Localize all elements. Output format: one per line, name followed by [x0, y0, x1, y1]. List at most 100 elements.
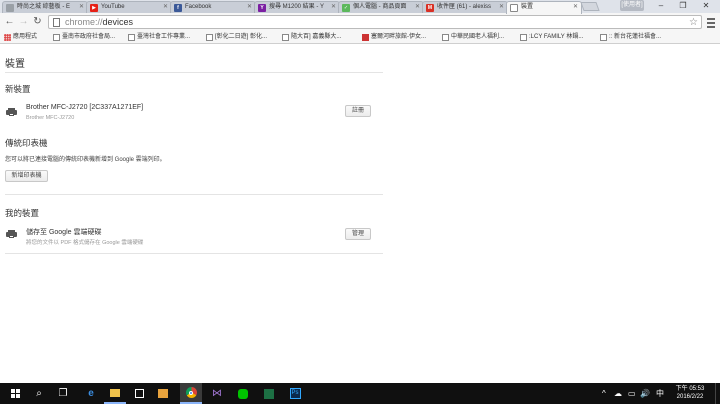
- bookmark-item[interactable]: 隨大百] 嘉義縣大...: [282, 31, 341, 44]
- close-tab-icon[interactable]: ✕: [499, 2, 504, 13]
- printer-icon: [6, 230, 17, 238]
- media-player-icon: [158, 389, 168, 398]
- address-bar[interactable]: chrome://devices ☆: [48, 15, 702, 29]
- bookmark-item[interactable]: :: 新台花蓮社福會...: [600, 31, 661, 44]
- page-icon: [206, 34, 213, 41]
- restore-button[interactable]: ❐: [672, 0, 694, 12]
- chrome-button[interactable]: [180, 383, 202, 404]
- tab-5[interactable]: ✓ 個人電腦 - 商品頁面 ✕: [338, 1, 424, 13]
- divider: [5, 72, 383, 73]
- close-tab-icon[interactable]: ✕: [79, 2, 84, 13]
- bookmark-label: 應用程式: [13, 34, 38, 40]
- tab-2[interactable]: ▶ YouTube ✕: [86, 1, 172, 13]
- edge-icon: e: [88, 387, 94, 399]
- search-button[interactable]: ⌕: [28, 383, 50, 404]
- bookmarks-bar: 應用程式 臺南市政府社會局... 臺灣社會工作專業... [彰化二日遊] 彰化.…: [0, 31, 720, 44]
- add-printer-button[interactable]: 新增印表機: [5, 170, 48, 182]
- volume-icon[interactable]: 🔊: [640, 383, 650, 404]
- task-view-button[interactable]: ❐: [52, 383, 74, 404]
- apps-icon: [4, 34, 11, 41]
- classic-printers-description: 您可以將已連接電腦的傳統印表機新增到 Google 雲端列印。: [5, 157, 166, 163]
- chrome-menu-button[interactable]: [706, 16, 716, 28]
- page-icon: [6, 4, 14, 12]
- reload-button[interactable]: ↻: [31, 15, 44, 28]
- device-name: Brother MFC-J2720 [2C337A1271EF]: [26, 104, 144, 111]
- forward-button[interactable]: →: [17, 15, 30, 28]
- file-explorer-icon: [110, 388, 120, 397]
- url-text: chrome://devices: [65, 16, 133, 29]
- yahoo-icon: Y: [258, 4, 266, 12]
- profile-button[interactable]: [使用者]: [620, 0, 644, 11]
- bookmark-item[interactable]: 臺灣社會工作專業...: [128, 31, 190, 44]
- task-view-icon: ❐: [58, 387, 68, 399]
- my-devices-heading: 我的裝置: [5, 208, 40, 218]
- bookmark-item[interactable]: [彰化二日遊] 彰化...: [206, 31, 267, 44]
- page-icon: [282, 34, 289, 41]
- store-button[interactable]: [128, 383, 150, 404]
- tab-title: Facebook: [185, 4, 212, 10]
- close-tab-icon[interactable]: ✕: [163, 2, 168, 13]
- bookmark-label: :LCY FAMILY 林鍋...: [529, 34, 584, 40]
- tab-title: 裝置: [521, 4, 534, 10]
- bookmark-label: 隨大百] 嘉義縣大...: [291, 34, 342, 40]
- tab-devices[interactable]: 裝置 ✕: [506, 1, 582, 14]
- printer-icon: [6, 108, 17, 116]
- tab-title: 收件匣 (61) - alexiss: [437, 4, 492, 10]
- bookmark-label: 塞爾河畔旅館-伊女...: [371, 34, 426, 40]
- close-window-button[interactable]: ✕: [695, 0, 717, 12]
- close-tab-icon[interactable]: ✕: [331, 2, 336, 13]
- bookmark-apps[interactable]: 應用程式: [4, 31, 37, 44]
- bookmark-item[interactable]: 臺南市政府社會局...: [53, 31, 115, 44]
- page-icon: [442, 34, 449, 41]
- visual-studio-button[interactable]: ⋈: [206, 383, 228, 404]
- close-tab-icon[interactable]: ✕: [415, 2, 420, 13]
- photoshop-icon: Ps: [289, 388, 301, 399]
- shopping-icon: ✓: [342, 4, 350, 12]
- tab-3[interactable]: f Facebook ✕: [170, 1, 256, 13]
- show-desktop-button[interactable]: [715, 383, 720, 404]
- tab-1[interactable]: 時尚之城 綜藝板 - E ✕: [2, 1, 88, 13]
- close-tab-icon[interactable]: ✕: [573, 2, 578, 13]
- battery-icon[interactable]: ▭: [628, 383, 636, 404]
- clock[interactable]: 下午 05:53 2016/2/22: [672, 385, 708, 401]
- register-button[interactable]: 註冊: [345, 105, 371, 117]
- page-icon: [510, 4, 518, 12]
- tab-title: 個人電腦 - 商品頁面: [353, 4, 407, 10]
- cloud-icon[interactable]: ☁: [614, 383, 622, 404]
- page-icon: [128, 34, 135, 41]
- start-button[interactable]: [4, 383, 26, 404]
- bookmark-item[interactable]: 中華民國老人福利...: [442, 31, 504, 44]
- bookmark-item[interactable]: 塞爾河畔旅館-伊女...: [362, 31, 426, 44]
- file-explorer-button[interactable]: [104, 383, 126, 404]
- reload-icon: ↻: [33, 16, 42, 27]
- excel-button[interactable]: [258, 383, 280, 404]
- show-hidden-icons[interactable]: ^: [602, 383, 606, 404]
- manage-button[interactable]: 管理: [345, 228, 371, 240]
- classic-printers-heading: 傳統印表機: [5, 138, 48, 148]
- bookmark-label: 臺南市政府社會局...: [62, 34, 116, 40]
- edge-button[interactable]: e: [80, 383, 102, 404]
- arrow-right-icon: →: [18, 16, 29, 27]
- bookmark-label: :: 新台花蓮社福會...: [609, 34, 662, 40]
- input-method-icon[interactable]: 中: [656, 383, 664, 404]
- close-tab-icon[interactable]: ✕: [247, 2, 252, 13]
- back-button[interactable]: ←: [3, 15, 16, 28]
- bookmark-star-icon[interactable]: ☆: [689, 16, 698, 29]
- media-player-button[interactable]: [152, 383, 174, 404]
- arrow-left-icon: ←: [4, 16, 15, 27]
- tab-4[interactable]: Y 搜尋 M1200 結果 - Y ✕: [254, 1, 340, 13]
- bookmark-label: 臺灣社會工作專業...: [137, 34, 191, 40]
- store-icon: [134, 389, 144, 398]
- facebook-icon: f: [174, 4, 182, 12]
- new-tab-button[interactable]: [580, 2, 600, 11]
- photoshop-button[interactable]: Ps: [284, 383, 306, 404]
- line-button[interactable]: [232, 383, 254, 404]
- tab-strip: 時尚之城 綜藝板 - E ✕ ▶ YouTube ✕ f Facebook ✕ …: [0, 0, 720, 14]
- bookmark-item[interactable]: :LCY FAMILY 林鍋...: [520, 31, 583, 44]
- tab-6[interactable]: M 收件匣 (61) - alexiss ✕: [422, 1, 508, 13]
- divider: [5, 253, 383, 254]
- page-info-icon[interactable]: [53, 18, 60, 27]
- visual-studio-icon: ⋈: [212, 387, 222, 399]
- minimize-button[interactable]: –: [650, 0, 672, 12]
- divider: [5, 194, 383, 195]
